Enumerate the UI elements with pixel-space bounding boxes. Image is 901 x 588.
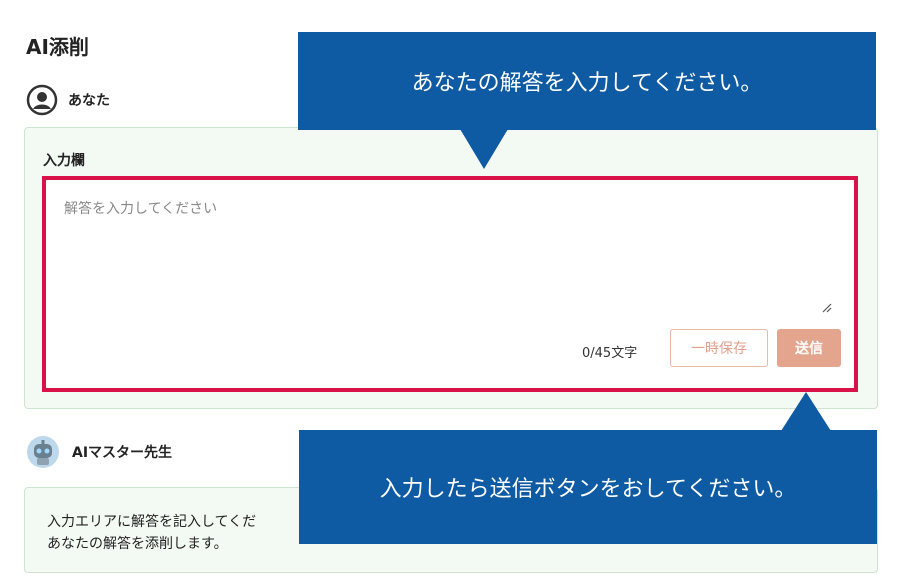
page-title: AI添削 [26,35,89,59]
ai-message-line: あなたの解答を添削します。 [47,536,228,552]
callout-pointer-up [781,392,831,431]
save-draft-button[interactable]: 一時保存 [670,329,768,367]
answer-input-highlight: 0/45文字 一時保存 送信 [42,176,858,392]
callout-pointer-down [460,129,508,169]
user-row: あなた [26,84,110,116]
instruction-callout-top: あなたの解答を入力してください。 [298,32,876,130]
resize-handle-icon[interactable] [820,301,832,313]
input-label: 入力欄 [43,153,85,169]
answer-textarea[interactable] [46,180,854,320]
robot-avatar-icon [27,436,59,468]
ai-message: 入力エリアに解答を記入してくだ あなたの解答を添削します。 [47,511,256,555]
ai-name: AIマスター先生 [72,445,173,461]
instruction-callout-bottom: 入力したら送信ボタンをおしてください。 [299,430,877,544]
character-counter: 0/45文字 [582,346,638,361]
ai-row: AIマスター先生 [26,435,172,469]
ai-message-line: 入力エリアに解答を記入してくだ [47,514,257,530]
send-button[interactable]: 送信 [777,329,841,367]
user-name: あなた [68,93,110,109]
user-circle-icon [26,84,58,116]
